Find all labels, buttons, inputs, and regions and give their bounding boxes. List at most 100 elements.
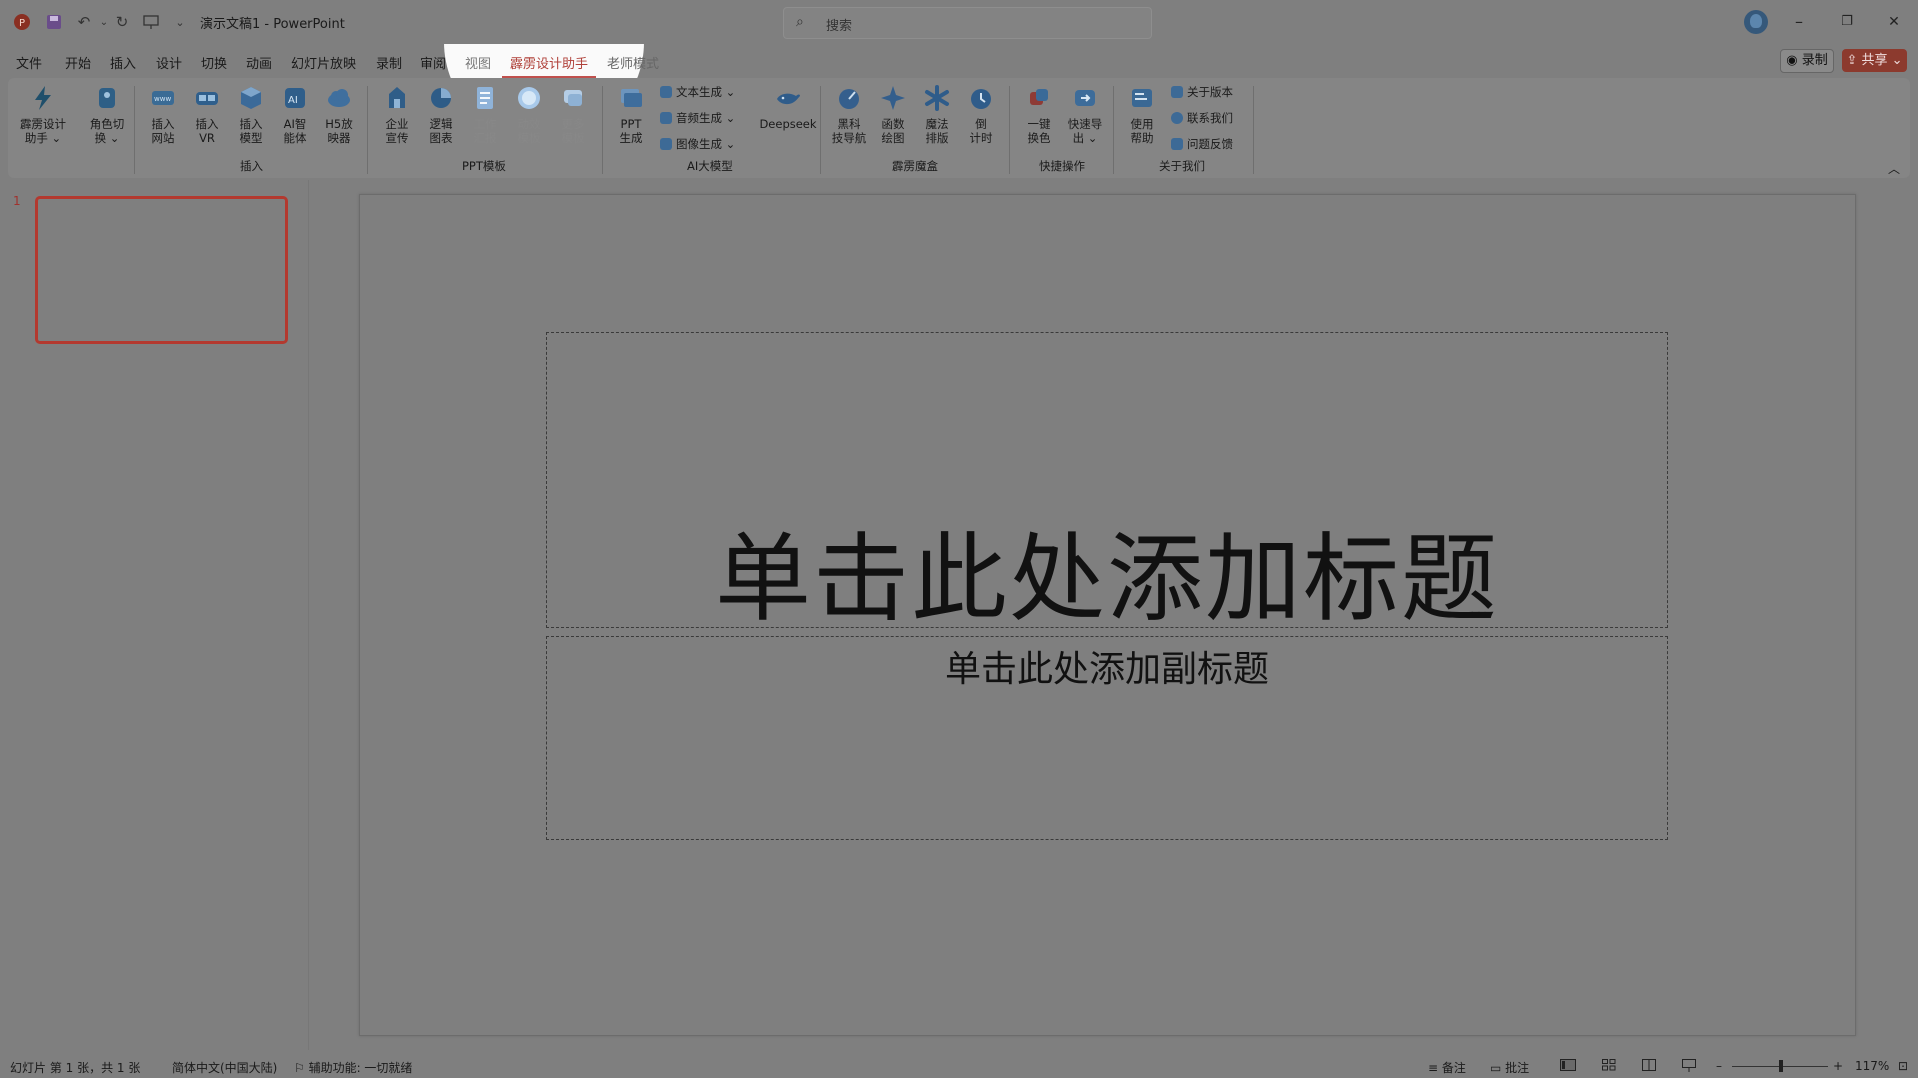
present-from-start-icon[interactable] bbox=[141, 12, 161, 32]
notes-button[interactable]: ≡ 备注 bbox=[1428, 1059, 1466, 1076]
slide-thumbnail[interactable] bbox=[35, 196, 288, 344]
ai-icon: AI bbox=[285, 88, 305, 108]
role-icon bbox=[99, 88, 115, 108]
tab-file[interactable]: 文件 bbox=[16, 53, 42, 72]
subtitle-placeholder[interactable]: 单击此处添加副标题 bbox=[546, 636, 1668, 840]
share-button[interactable]: ⇪ 共享 ⌄ bbox=[1842, 49, 1907, 72]
building-icon bbox=[389, 87, 405, 108]
search-box[interactable]: ⌕ 搜索 bbox=[783, 7, 1152, 39]
slide-sorter-icon[interactable] bbox=[1602, 1059, 1616, 1074]
tab-transitions[interactable]: 切换 bbox=[201, 53, 227, 72]
help-button[interactable]: 使用 帮助 bbox=[1120, 84, 1164, 145]
slide-count: 幻灯片 第 1 张，共 1 张 bbox=[10, 1061, 141, 1075]
group-label-ppt-template: PPT模板 bbox=[462, 159, 506, 173]
insert-website-button[interactable]: www 插入 网站 bbox=[141, 84, 185, 145]
svg-text:www: www bbox=[154, 95, 171, 103]
palette-icon bbox=[1030, 89, 1048, 105]
status-bar: 幻灯片 第 1 张，共 1 张 简体中文(中国大陆) ⚐ 辅助功能: 一切就绪 … bbox=[0, 1054, 1918, 1078]
tab-review[interactable]: 审阅 bbox=[420, 53, 446, 72]
h5-player-button[interactable]: H5放 映器 bbox=[317, 84, 361, 145]
close-button[interactable]: ✕ bbox=[1879, 10, 1909, 34]
feedback-button[interactable]: 问题反馈 bbox=[1171, 136, 1233, 152]
group-label-quick-ops: 快捷操作 bbox=[1039, 159, 1085, 173]
minimize-button[interactable]: – bbox=[1784, 10, 1814, 34]
zoom-slider-thumb[interactable] bbox=[1779, 1060, 1783, 1072]
normal-view-icon[interactable] bbox=[1560, 1059, 1576, 1074]
title-placeholder-text: 单击此处添加标题 bbox=[715, 523, 1499, 635]
tab-slideshow[interactable]: 幻灯片放映 bbox=[291, 53, 356, 72]
cube-icon bbox=[241, 87, 261, 109]
tab-design-assistant[interactable]: 霹雳设计助手 bbox=[501, 53, 597, 78]
undo-dropdown-icon[interactable]: ⌄ bbox=[94, 12, 114, 32]
deepseek-button[interactable]: Deepseek bbox=[748, 84, 828, 131]
fit-to-window-icon[interactable]: ⊡ bbox=[1898, 1059, 1908, 1073]
lightning-icon bbox=[35, 86, 51, 110]
tech-nav-button[interactable]: 黑科 技导航 bbox=[827, 84, 871, 145]
comments-button[interactable]: ▭ 批注 bbox=[1490, 1059, 1529, 1076]
tab-insert[interactable]: 插入 bbox=[110, 53, 136, 72]
insert-vr-button[interactable]: 插入 VR bbox=[185, 84, 229, 145]
ribbon-tabs: 文件 开始 插入 设计 切换 动画 幻灯片放映 录制 审阅 视图 霹雳设计助手 … bbox=[0, 48, 1918, 78]
about-version-button[interactable]: 关于版本 bbox=[1171, 84, 1233, 100]
zoom-out-button[interactable]: – bbox=[1716, 1059, 1722, 1073]
animation-template-button[interactable]: 动效 模板 bbox=[507, 84, 551, 145]
logic-chart-button[interactable]: 逻辑 图表 bbox=[419, 84, 463, 145]
customize-toolbar-icon[interactable]: ⌄ bbox=[170, 12, 190, 32]
countdown-button[interactable]: 倒 计时 bbox=[959, 84, 1003, 145]
vr-icon bbox=[196, 92, 218, 105]
slideshow-view-icon[interactable] bbox=[1682, 1059, 1696, 1075]
group-separator bbox=[1113, 86, 1114, 174]
save-icon[interactable] bbox=[44, 12, 64, 32]
insert-model-button[interactable]: 插入 模型 bbox=[229, 84, 273, 145]
svg-text:AI: AI bbox=[288, 95, 298, 106]
group-label-insert: 插入 bbox=[240, 159, 263, 173]
ppt-generate-button[interactable]: PPT 生成 bbox=[609, 84, 653, 145]
ribbon: 霹雳设计 助手 ⌄ 角色切 换 ⌄ www 插入 网站 插入 VR 插入 模型 … bbox=[8, 78, 1910, 178]
tab-view[interactable]: 视图 bbox=[465, 53, 491, 72]
group-label-ai-model: AI大模型 bbox=[687, 159, 733, 173]
asterisk-icon bbox=[925, 85, 949, 111]
slides-icon bbox=[621, 89, 642, 107]
language-indicator[interactable]: 简体中文(中国大陆) bbox=[172, 1059, 277, 1076]
zoom-in-button[interactable]: + bbox=[1833, 1059, 1843, 1073]
ai-agent-button[interactable]: AI AI智 能体 bbox=[273, 84, 317, 145]
version-icon bbox=[1171, 86, 1183, 98]
undo-icon[interactable]: ↶ bbox=[74, 12, 94, 32]
magic-layout-button[interactable]: 魔法 排版 bbox=[915, 84, 959, 145]
tab-animations[interactable]: 动画 bbox=[246, 53, 272, 72]
tab-design[interactable]: 设计 bbox=[156, 53, 182, 72]
design-assistant-button[interactable]: 霹雳设计 助手 ⌄ bbox=[15, 84, 71, 145]
zoom-level[interactable]: 117% bbox=[1855, 1059, 1889, 1073]
accessibility-status[interactable]: ⚐ 辅助功能: 一切就绪 bbox=[294, 1059, 412, 1076]
more-templates-button[interactable]: 更多 模板 bbox=[551, 84, 595, 145]
group-label-magic-box: 霹雳魔盒 bbox=[892, 159, 938, 173]
tab-home[interactable]: 开始 bbox=[65, 53, 91, 72]
group-separator bbox=[602, 86, 603, 174]
tab-record[interactable]: 录制 bbox=[376, 53, 402, 72]
reading-view-icon[interactable] bbox=[1642, 1059, 1656, 1074]
role-switch-button[interactable]: 角色切 换 ⌄ bbox=[83, 84, 131, 145]
pane-divider[interactable] bbox=[308, 180, 309, 1050]
help-book-icon bbox=[1132, 89, 1152, 107]
quick-export-button[interactable]: 快速导 出 ⌄ bbox=[1061, 84, 1109, 145]
contact-us-button[interactable]: 联系我们 bbox=[1171, 110, 1233, 126]
title-placeholder[interactable]: 单击此处添加标题 bbox=[546, 332, 1668, 635]
tab-teacher-mode[interactable]: 老师模式 bbox=[607, 53, 659, 72]
layers-icon bbox=[564, 90, 582, 106]
sparkle-icon bbox=[881, 86, 905, 110]
record-button[interactable]: ◉ 录制 bbox=[1780, 49, 1834, 73]
collapse-ribbon-icon[interactable]: ︿ bbox=[1888, 160, 1900, 177]
restore-button[interactable]: ❐ bbox=[1832, 10, 1862, 34]
user-avatar[interactable] bbox=[1744, 10, 1768, 34]
audio-generate-button[interactable]: 音频生成 ⌄ bbox=[660, 110, 735, 126]
cloud-icon bbox=[328, 89, 350, 107]
one-click-recolor-button[interactable]: 一键 换色 bbox=[1017, 84, 1061, 145]
corporate-promo-button[interactable]: 企业 宣传 bbox=[375, 84, 419, 145]
redo-icon[interactable]: ↻ bbox=[112, 12, 132, 32]
group-separator bbox=[367, 86, 368, 174]
function-plot-button[interactable]: 函数 绘图 bbox=[871, 84, 915, 145]
image-generate-button[interactable]: 图像生成 ⌄ bbox=[660, 136, 735, 152]
group-separator bbox=[1253, 86, 1254, 174]
work-report-button[interactable]: 工作 汇报 bbox=[463, 84, 507, 145]
text-generate-button[interactable]: 文本生成 ⌄ bbox=[660, 84, 735, 100]
